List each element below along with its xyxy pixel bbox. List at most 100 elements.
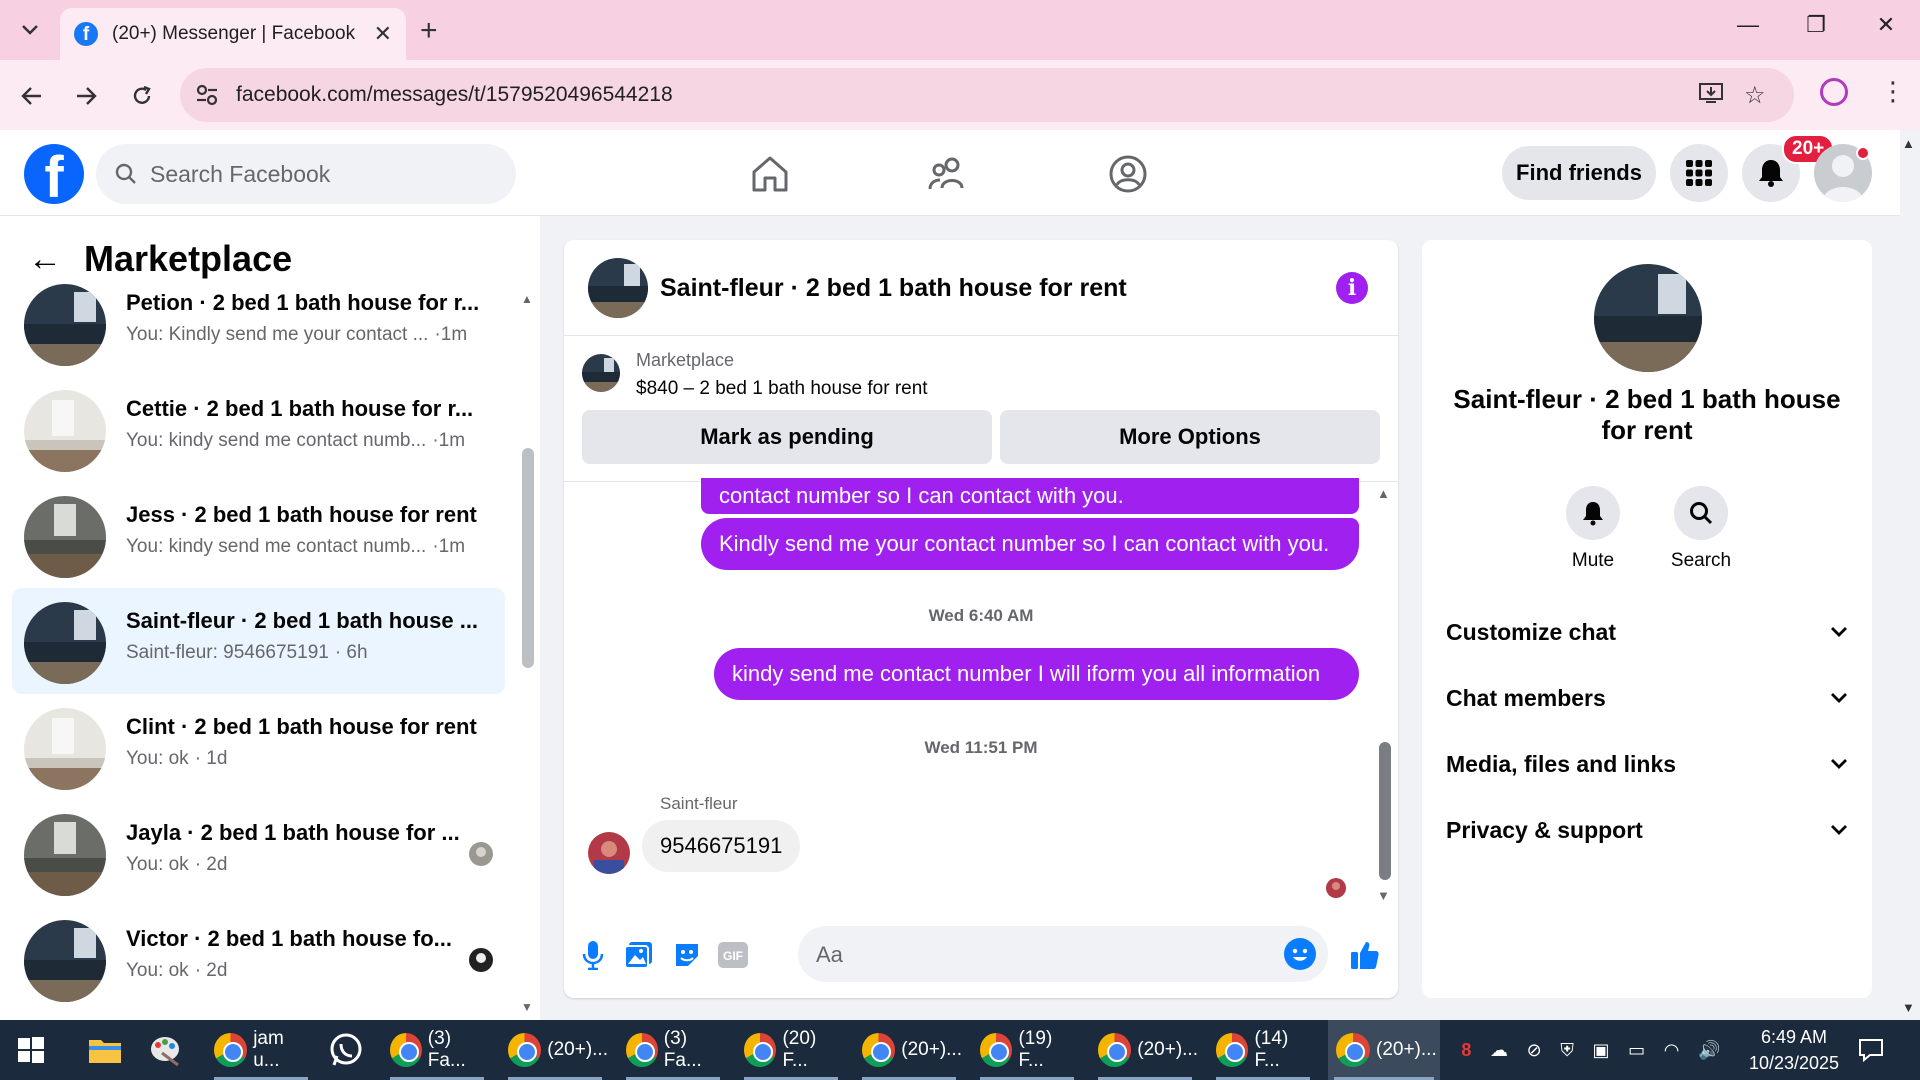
conversation-item[interactable]: Clint · 2 bed 1 bath house for rent You:…: [12, 694, 505, 800]
listing-thumbnail: [24, 390, 106, 472]
conversation-item[interactable]: Jess · 2 bed 1 bath house for rent You: …: [12, 482, 505, 588]
friends-nav-button[interactable]: [926, 152, 970, 196]
facebook-search-input[interactable]: Search Facebook: [96, 144, 516, 204]
customize-chat-section[interactable]: Customize chat: [1446, 612, 1848, 652]
taskbar-chrome-window[interactable]: (3) Fa...: [620, 1020, 726, 1080]
menu-button[interactable]: [1670, 144, 1728, 202]
bell-icon: [1759, 160, 1783, 187]
taskbar-chrome-window[interactable]: (14) F...: [1210, 1020, 1316, 1080]
taskbar-chrome-window[interactable]: jam u...: [208, 1020, 314, 1080]
list-scroll-up-arrow[interactable]: ▲: [521, 292, 533, 306]
photo-icon[interactable]: [622, 938, 656, 972]
outgoing-message[interactable]: kindy send me contact number I will ifor…: [714, 648, 1359, 700]
chat-title[interactable]: Saint-fleur · 2 bed 1 bath house for ren…: [660, 274, 1127, 303]
reload-button[interactable]: [124, 78, 160, 114]
page-scroll-up-arrow[interactable]: ▲: [1902, 136, 1915, 151]
close-window-button[interactable]: ✕: [1866, 12, 1906, 38]
listing-thumbnail: [582, 354, 620, 392]
app-tray-icon[interactable]: 8: [1461, 1040, 1471, 1061]
groups-icon: [1109, 155, 1147, 193]
network-off-icon[interactable]: ⊘: [1527, 1040, 1542, 1061]
chevron-down-icon: [1831, 759, 1847, 769]
profile-avatar[interactable]: [1594, 264, 1702, 372]
whatsapp-icon[interactable]: [328, 1020, 364, 1080]
message-input[interactable]: Aa: [798, 926, 1328, 982]
list-scroll-down-arrow[interactable]: ▼: [521, 1000, 533, 1014]
forward-button[interactable]: [68, 78, 104, 114]
list-scrollbar[interactable]: [522, 448, 534, 668]
mute-bell-icon[interactable]: [1566, 486, 1620, 540]
groups-nav-button[interactable]: [1106, 152, 1150, 196]
microphone-icon[interactable]: [576, 938, 610, 972]
chat-scrollbar[interactable]: [1379, 742, 1391, 880]
search-icon[interactable]: [1674, 486, 1728, 540]
start-button[interactable]: [18, 1020, 44, 1080]
chat-avatar[interactable]: [588, 258, 648, 318]
info-icon[interactable]: i: [1336, 272, 1368, 304]
security-shield-icon[interactable]: ⛨: [1560, 1040, 1574, 1061]
conversation-item-active[interactable]: Saint-fleur · 2 bed 1 bath house ... Sai…: [12, 588, 505, 694]
media-files-links-section[interactable]: Media, files and links: [1446, 744, 1848, 784]
chat-members-section[interactable]: Chat members: [1446, 678, 1848, 718]
cloud-icon[interactable]: ☁: [1490, 1040, 1508, 1061]
facebook-logo[interactable]: f: [24, 144, 84, 204]
battery-icon[interactable]: ▭: [1628, 1040, 1645, 1061]
tab-search-button[interactable]: [12, 14, 48, 46]
find-friends-button[interactable]: Find friends: [1502, 146, 1656, 200]
incoming-message[interactable]: 9546675191: [642, 820, 801, 872]
new-tab-button[interactable]: +: [420, 14, 438, 48]
page-scroll-down-arrow[interactable]: ▼: [1902, 1000, 1915, 1015]
conversation-item[interactable]: Jayla · 2 bed 1 bath house for ... You: …: [12, 800, 505, 906]
taskbar-chrome-window[interactable]: (19) F...: [974, 1020, 1080, 1080]
address-bar[interactable]: facebook.com/messages/t/1579520496544218…: [180, 68, 1794, 122]
conversation-item[interactable]: Petion · 2 bed 1 bath house for r... You…: [12, 270, 505, 376]
chat-scroll-up-arrow[interactable]: ▲: [1377, 486, 1390, 501]
device-icon[interactable]: ▣: [1592, 1040, 1609, 1061]
browser-menu-icon[interactable]: ⋮: [1880, 76, 1906, 107]
conversation-item[interactable]: Cettie · 2 bed 1 bath house for r... You…: [12, 376, 505, 482]
volume-icon[interactable]: 🔊: [1698, 1040, 1720, 1061]
sender-avatar[interactable]: [588, 832, 630, 874]
like-thumbs-up-icon[interactable]: [1348, 938, 1382, 972]
emoji-icon[interactable]: [1284, 938, 1316, 970]
mark-as-pending-button[interactable]: Mark as pending: [582, 410, 992, 464]
conversation-item[interactable]: Victor · 2 bed 1 bath house fo... You: o…: [12, 906, 505, 1012]
back-button[interactable]: [14, 78, 50, 114]
more-options-button[interactable]: More Options: [1000, 410, 1380, 464]
privacy-support-section[interactable]: Privacy & support: [1446, 810, 1848, 850]
minimize-button[interactable]: —: [1728, 12, 1768, 38]
file-explorer-icon[interactable]: [88, 1020, 122, 1080]
message-input-placeholder: Aa: [816, 942, 843, 967]
taskbar-chrome-window[interactable]: (20+)...: [1092, 1020, 1198, 1080]
taskbar-chrome-window[interactable]: (20) F...: [738, 1020, 844, 1080]
bookmark-star-icon[interactable]: ☆: [1744, 81, 1766, 110]
outgoing-message[interactable]: Kindly send me your contact number so I …: [701, 518, 1359, 570]
browser-tab-messenger[interactable]: f (20+) Messenger | Facebook ✕: [60, 8, 406, 60]
taskbar-clock[interactable]: 6:49 AM 10/23/2025: [1736, 1024, 1852, 1076]
sticker-icon[interactable]: [670, 938, 704, 972]
taskbar-chrome-window-active[interactable]: (20+)...: [1328, 1020, 1440, 1080]
chrome-icon: [390, 1033, 422, 1067]
chat-scroll-down-arrow[interactable]: ▼: [1377, 888, 1390, 903]
close-tab-icon[interactable]: ✕: [374, 21, 392, 47]
profile-name: Saint-fleur · 2 bed 1 bath house for ren…: [1453, 384, 1841, 445]
chrome-icon: [1098, 1033, 1132, 1067]
notification-center-icon[interactable]: [1858, 1020, 1884, 1080]
chrome-icon: [214, 1033, 248, 1067]
taskbar-chrome-window[interactable]: (3) Fa...: [384, 1020, 490, 1080]
clock-time: 6:49 AM: [1760, 1027, 1828, 1047]
outgoing-message[interactable]: contact number so I can contact with you…: [701, 478, 1359, 514]
paint-app-icon[interactable]: [148, 1020, 182, 1080]
home-nav-button[interactable]: [748, 152, 792, 196]
site-info-icon[interactable]: [194, 82, 220, 108]
wifi-icon[interactable]: ◠: [1664, 1040, 1680, 1061]
restore-button[interactable]: ❐: [1796, 12, 1836, 38]
gif-icon[interactable]: GIF: [716, 938, 750, 972]
mute-action[interactable]: Mute: [1548, 486, 1638, 572]
taskbar-chrome-window[interactable]: (20+)...: [856, 1020, 962, 1080]
search-action[interactable]: Search: [1656, 486, 1746, 572]
taskbar-chrome-window[interactable]: (20+)...: [502, 1020, 608, 1080]
install-app-icon[interactable]: [1698, 81, 1724, 112]
browser-profile-icon[interactable]: [1820, 78, 1848, 106]
listing-description[interactable]: $840 – 2 bed 1 bath house for rent: [636, 378, 928, 400]
